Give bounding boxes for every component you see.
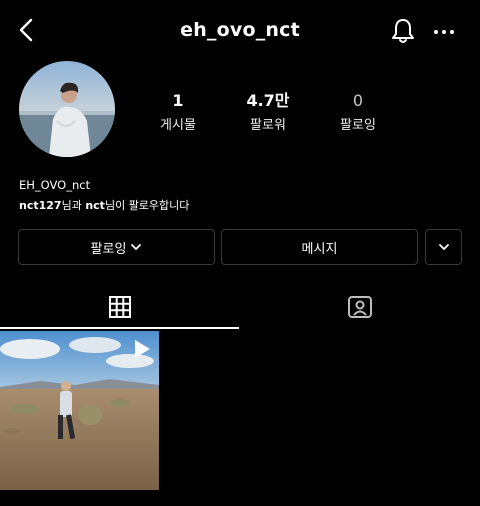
posts-stat[interactable]: 1 게시물 [138, 91, 218, 134]
profile-avatar[interactable] [19, 61, 115, 157]
followed-by-suffix: 님이 팔로우합니다 [104, 199, 190, 212]
notifications-button[interactable] [389, 17, 417, 45]
followers-stat[interactable]: 4.7만 팔로워 [228, 91, 308, 134]
message-button[interactable]: 메시지 [221, 229, 418, 265]
grid-icon [109, 296, 131, 318]
followed-by-name-2: nct [85, 199, 105, 212]
followers-label: 팔로워 [250, 118, 286, 133]
chevron-down-icon [438, 244, 449, 250]
followers-count: 4.7만 [246, 91, 290, 110]
posts-label: 게시물 [160, 118, 196, 133]
following-button[interactable]: 팔로잉 [18, 229, 215, 265]
display-name: EH_OVO_nct [19, 178, 91, 192]
tagged-user-icon [348, 296, 372, 318]
active-tab-indicator [0, 327, 239, 329]
tab-tagged[interactable] [240, 285, 480, 329]
message-button-label: 메시지 [301, 241, 338, 257]
followed-by-name-1: nct127 [19, 199, 62, 212]
following-count: 0 [352, 91, 364, 110]
more-options-button[interactable] [432, 22, 456, 42]
post-thumbnail[interactable] [0, 331, 159, 490]
followed-by-connector: 님과 [61, 199, 86, 212]
bell-icon [392, 19, 414, 43]
following-stat[interactable]: 0 팔로잉 [318, 91, 398, 134]
posts-count: 1 [172, 91, 184, 110]
chevron-down-icon [131, 244, 142, 250]
top-bar: eh_ovo_nct [0, 0, 480, 62]
following-button-label: 팔로잉 [90, 241, 127, 257]
following-label: 팔로잉 [340, 118, 376, 133]
more-horizontal-icon [434, 30, 454, 34]
suggested-accounts-button[interactable] [425, 229, 462, 265]
followed-by-text[interactable]: nct127님과 nct님이 팔로우합니다 [19, 197, 189, 213]
tab-posts-grid[interactable] [0, 285, 240, 329]
play-icon [135, 340, 150, 358]
